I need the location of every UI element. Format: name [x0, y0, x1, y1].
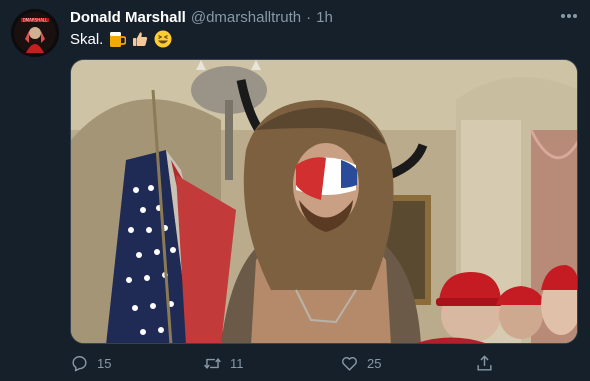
action-bar: 15 11 25 [70, 350, 510, 376]
avatar[interactable]: DMARSHALL [11, 9, 59, 57]
retweet-count: 11 [230, 355, 244, 371]
timestamp[interactable]: 1h [316, 9, 333, 26]
heart-icon [342, 356, 357, 371]
like-button[interactable]: 25 [340, 350, 381, 376]
reply-button[interactable]: 15 [70, 350, 111, 376]
retweet-icon [204, 357, 221, 369]
tweet-header: Donald Marshall @dmarshalltruth · 1h [70, 7, 333, 27]
share-button[interactable] [475, 350, 494, 376]
like-count: 25 [367, 355, 382, 371]
grinning-squinting-face-emoji [154, 30, 172, 48]
author-name[interactable]: Donald Marshall [70, 9, 186, 26]
share-icon [477, 354, 492, 371]
retweet-button[interactable]: 11 [203, 350, 244, 376]
avatar-text: DMARSHALL [23, 18, 49, 23]
tweet-text: Skal. [70, 29, 172, 49]
beer-mug-emoji [108, 30, 127, 48]
author-handle[interactable]: @dmarshalltruth [191, 9, 301, 26]
thumbs-up-emoji [131, 30, 149, 48]
tweet-media-image[interactable] [70, 59, 578, 344]
reply-count: 15 [97, 355, 112, 371]
avatar-image: DMARSHALL [11, 9, 59, 57]
tweet-body: Skal. [70, 30, 104, 48]
separator: · [306, 8, 312, 26]
reply-icon [72, 355, 87, 371]
more-options-icon[interactable] [558, 8, 580, 24]
